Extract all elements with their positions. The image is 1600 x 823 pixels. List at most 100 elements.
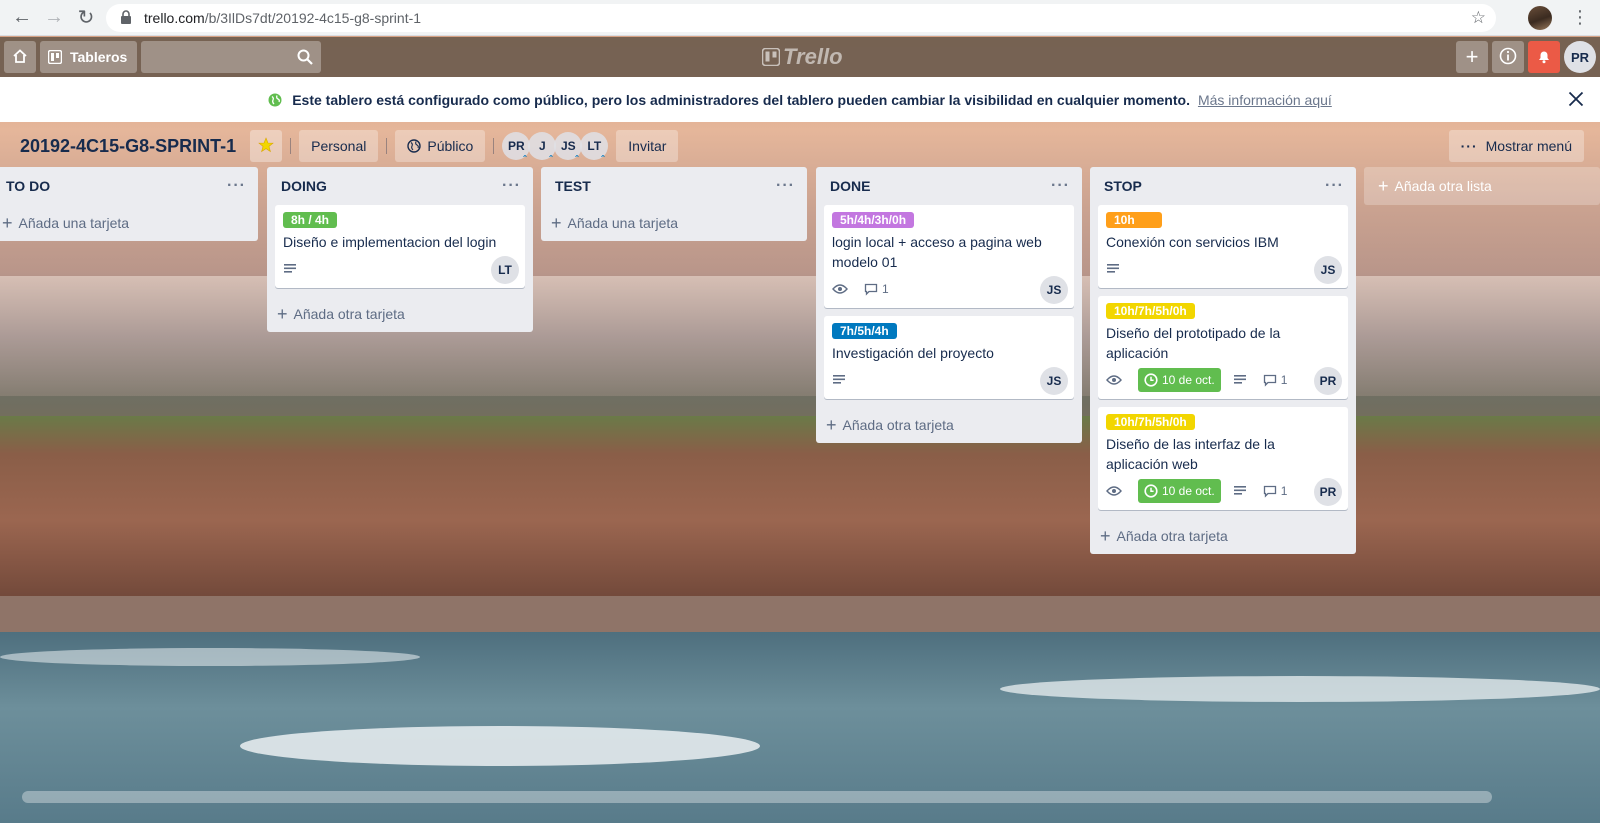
star-board-button[interactable] [250,130,283,162]
list-menu-icon[interactable]: ··· [1325,177,1344,195]
search-input[interactable] [141,41,322,73]
member-initials: J [538,139,546,153]
due-date-badge[interactable]: 10 de oct. [1138,479,1221,503]
list-menu-icon[interactable]: ··· [227,177,246,195]
card[interactable]: 8h / 4h Diseño e implementacion del logi… [275,205,525,288]
due-date-text: 10 de oct. [1162,373,1215,387]
list-header[interactable]: TO DO ··· [0,167,258,205]
more-info-link[interactable]: Más información aquí [1198,92,1332,108]
reload-icon[interactable]: ↻ [70,0,102,36]
description-icon [283,263,301,275]
board-member-avatar[interactable]: J ⌃ [528,132,557,163]
member-initials: PR [507,139,525,153]
url-path: /b/3IlDs7dt/20192-4c15-g8-sprint-1 [204,10,422,26]
notifications-button[interactable] [1528,41,1560,73]
card-label[interactable]: 10h [1106,212,1162,228]
card-member-avatar[interactable]: PR [1314,367,1342,395]
watch-icon [1106,485,1126,497]
due-date-text: 10 de oct. [1162,484,1215,498]
star-icon [258,136,274,156]
trello-logo[interactable]: Trello [762,43,843,71]
card-label[interactable]: 10h/7h/5h/0h [1106,414,1195,430]
visibility-label: Público [427,138,474,154]
list-doing: DOING ··· 8h / 4h Diseño e implementacio… [267,167,533,332]
search-box[interactable] [141,41,322,73]
banner-message: Este tablero está configurado como públi… [292,91,1190,108]
card[interactable]: 7h/5h/4h Investigación del proyecto JS [824,316,1074,399]
forward-icon[interactable]: → [38,0,70,36]
card[interactable]: 10h/7h/5h/0h Diseño de las interfaz de l… [1098,407,1348,510]
card-title: Conexión con servicios IBM [1106,234,1279,250]
list-menu-icon[interactable]: ··· [502,177,521,195]
add-card-button[interactable]: + Añada una tarjeta [541,205,807,241]
globe-icon [268,93,282,107]
list-menu-icon[interactable]: ··· [1051,177,1070,195]
board-member-avatar[interactable]: LT ⌃ [580,132,609,163]
info-icon [1499,47,1517,68]
address-bar[interactable]: trello.com/b/3IlDs7dt/20192-4c15-g8-spri… [106,4,1496,32]
card-member-avatar[interactable]: PR [1314,478,1342,506]
add-card-label: Añada una tarjeta [18,215,130,231]
background-wave [0,648,420,666]
list-header[interactable]: DONE ··· [816,167,1082,205]
list-title[interactable]: DOING [281,178,327,194]
card-member-avatar[interactable]: LT [491,256,519,284]
card-label[interactable]: 10h/7h/5h/0h [1106,303,1195,319]
add-card-button[interactable]: + Añada una tarjeta [0,205,258,241]
list-test: TEST ··· + Añada una tarjeta [541,167,807,241]
background-wave [1000,676,1600,702]
card[interactable]: 10h/7h/5h/0h Diseño del prototipado de l… [1098,296,1348,399]
back-icon[interactable]: ← [6,0,38,36]
member-initials: JS [560,139,576,153]
card-label[interactable]: 5h/4h/3h/0h [832,212,915,228]
list-header[interactable]: STOP ··· [1090,167,1356,205]
card-member-avatar[interactable]: JS [1040,367,1068,395]
browser-toolbar: ← → ↻ trello.com/b/3IlDs7dt/20192-4c15-g… [0,0,1600,36]
comment-count: 1 [1280,484,1288,498]
browser-menu-icon[interactable]: ⋮ [1570,6,1590,30]
list-title[interactable]: TO DO [6,178,50,194]
list-header[interactable]: DOING ··· [267,167,533,205]
list-title[interactable]: DONE [830,178,870,194]
invite-button[interactable]: Invitar [616,130,679,162]
create-button[interactable]: + [1456,41,1488,73]
add-card-button[interactable]: + Añada otra tarjeta [1090,518,1356,554]
list-header[interactable]: TEST ··· [541,167,807,205]
admin-chevron-icon: ⌃ [599,154,607,163]
bookmark-star-icon[interactable]: ☆ [1471,8,1486,28]
card-label[interactable]: 8h / 4h [283,212,338,228]
board-member-avatar[interactable]: JS ⌃ [554,132,583,163]
close-icon[interactable] [1564,87,1588,111]
card-member-avatar[interactable]: JS [1314,256,1342,284]
card-title: Diseño e implementacion del login [283,234,497,250]
add-card-button[interactable]: + Añada otra tarjeta [267,296,533,332]
team-button[interactable]: Personal [299,130,379,162]
card[interactable]: 10h Conexión con servicios IBM JS [1098,205,1348,288]
add-card-button[interactable]: + Añada otra tarjeta [816,407,1082,443]
card-label[interactable]: 7h/5h/4h [832,323,897,339]
board-member-avatar[interactable]: PR ⌃ [502,132,531,163]
plus-icon: + [551,212,562,233]
board-title[interactable]: 20192-4C15-G8-SPRINT-1 [12,136,244,157]
info-button[interactable] [1492,41,1524,73]
card[interactable]: 5h/4h/3h/0h login local + acceso a pagin… [824,205,1074,308]
list-title[interactable]: TEST [555,178,591,194]
plus-icon: + [1100,525,1111,546]
list-done: DONE ··· 5h/4h/3h/0h login local + acces… [816,167,1082,443]
member-avatar[interactable]: PR [1564,41,1596,73]
search-icon[interactable] [297,49,314,68]
list-menu-icon[interactable]: ··· [776,177,795,195]
visibility-button[interactable]: Público [395,130,486,162]
add-list-button[interactable]: + Añada otra lista [1364,167,1600,205]
home-button[interactable] [4,41,36,73]
boards-button[interactable]: Tableros [40,41,138,73]
clock-icon [1144,484,1158,498]
card-member-avatar[interactable]: JS [1040,276,1068,304]
board-header: 20192-4C15-G8-SPRINT-1 Personal Público … [0,127,1600,165]
list-title[interactable]: STOP [1104,178,1142,194]
plus-icon: + [277,303,288,324]
due-date-badge[interactable]: 10 de oct. [1138,368,1221,392]
show-menu-button[interactable]: ··· Mostrar menú [1448,130,1584,162]
horizontal-scrollbar[interactable] [22,791,1492,803]
browser-profile-avatar[interactable] [1528,6,1552,30]
